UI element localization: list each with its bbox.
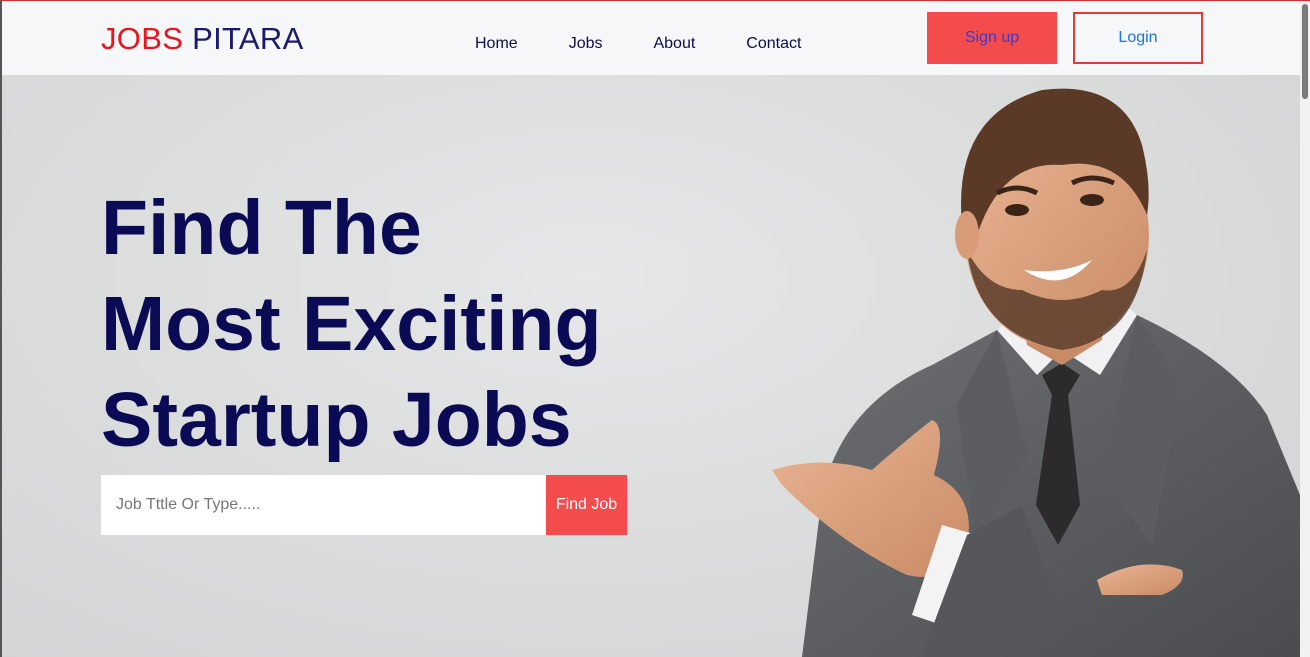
logo-text-pitara: PITARA	[192, 21, 304, 56]
nav-link-about[interactable]: About	[653, 34, 695, 54]
site-logo[interactable]: JOBS PITARA	[101, 21, 304, 57]
main-nav: Home Jobs About Contact	[475, 34, 852, 54]
nav-link-home[interactable]: Home	[475, 34, 518, 54]
job-search-input[interactable]	[101, 475, 546, 535]
scrollbar-track[interactable]	[1300, 1, 1310, 657]
nav-link-jobs[interactable]: Jobs	[569, 34, 603, 54]
hero-title-line-2: Most Exciting	[101, 281, 602, 367]
job-search-form: Find Job	[101, 475, 627, 535]
hero-title-line-1: Find The	[101, 185, 422, 271]
navbar: JOBS PITARA Home Jobs About Contact Sign…	[2, 1, 1310, 75]
scrollbar-thumb[interactable]	[1302, 4, 1308, 99]
logo-text-jobs: JOBS	[101, 21, 184, 56]
signup-button[interactable]: Sign up	[927, 12, 1057, 64]
login-button[interactable]: Login	[1073, 12, 1203, 64]
find-job-button[interactable]: Find Job	[546, 475, 627, 535]
hero-section: Find The Most Exciting Startup Jobs Find…	[2, 75, 1300, 657]
businessman-image	[772, 88, 1300, 657]
hero-title-line-3: Startup Jobs	[101, 377, 572, 463]
hero-title: Find The Most Exciting Startup Jobs	[101, 180, 602, 468]
nav-link-contact[interactable]: Contact	[746, 34, 801, 54]
